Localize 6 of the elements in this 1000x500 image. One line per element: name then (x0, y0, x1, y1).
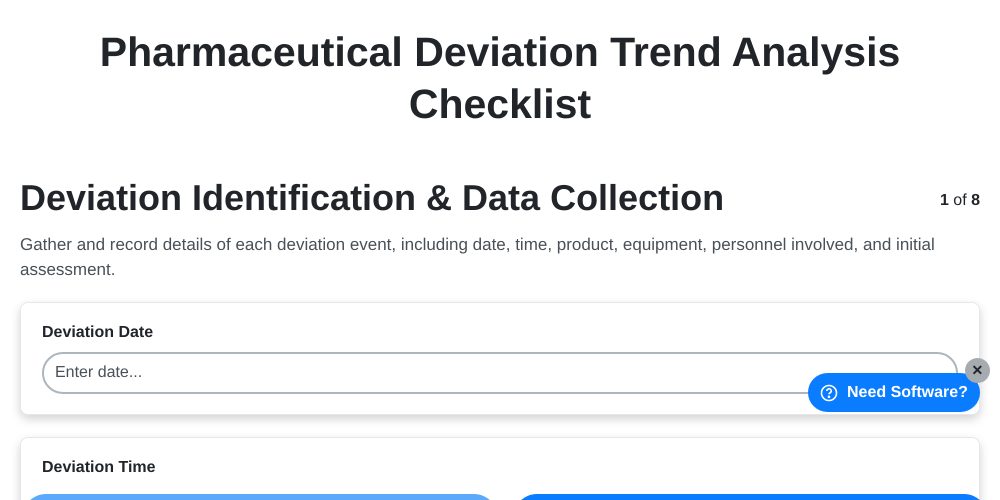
field-label: Deviation Date (42, 323, 154, 343)
step-counter: 1 of 8 (940, 191, 980, 211)
field-label: Deviation Time (42, 458, 157, 478)
section-description: Gather and record details of each deviation event, including date, time, product, equipment, personnel involved, and initial assessment. (20, 234, 936, 281)
section-heading: Deviation Identification & Data Collection (20, 176, 724, 220)
page-title: Pharmaceutical Deviation Trend Analysis Checklist (98, 28, 902, 129)
